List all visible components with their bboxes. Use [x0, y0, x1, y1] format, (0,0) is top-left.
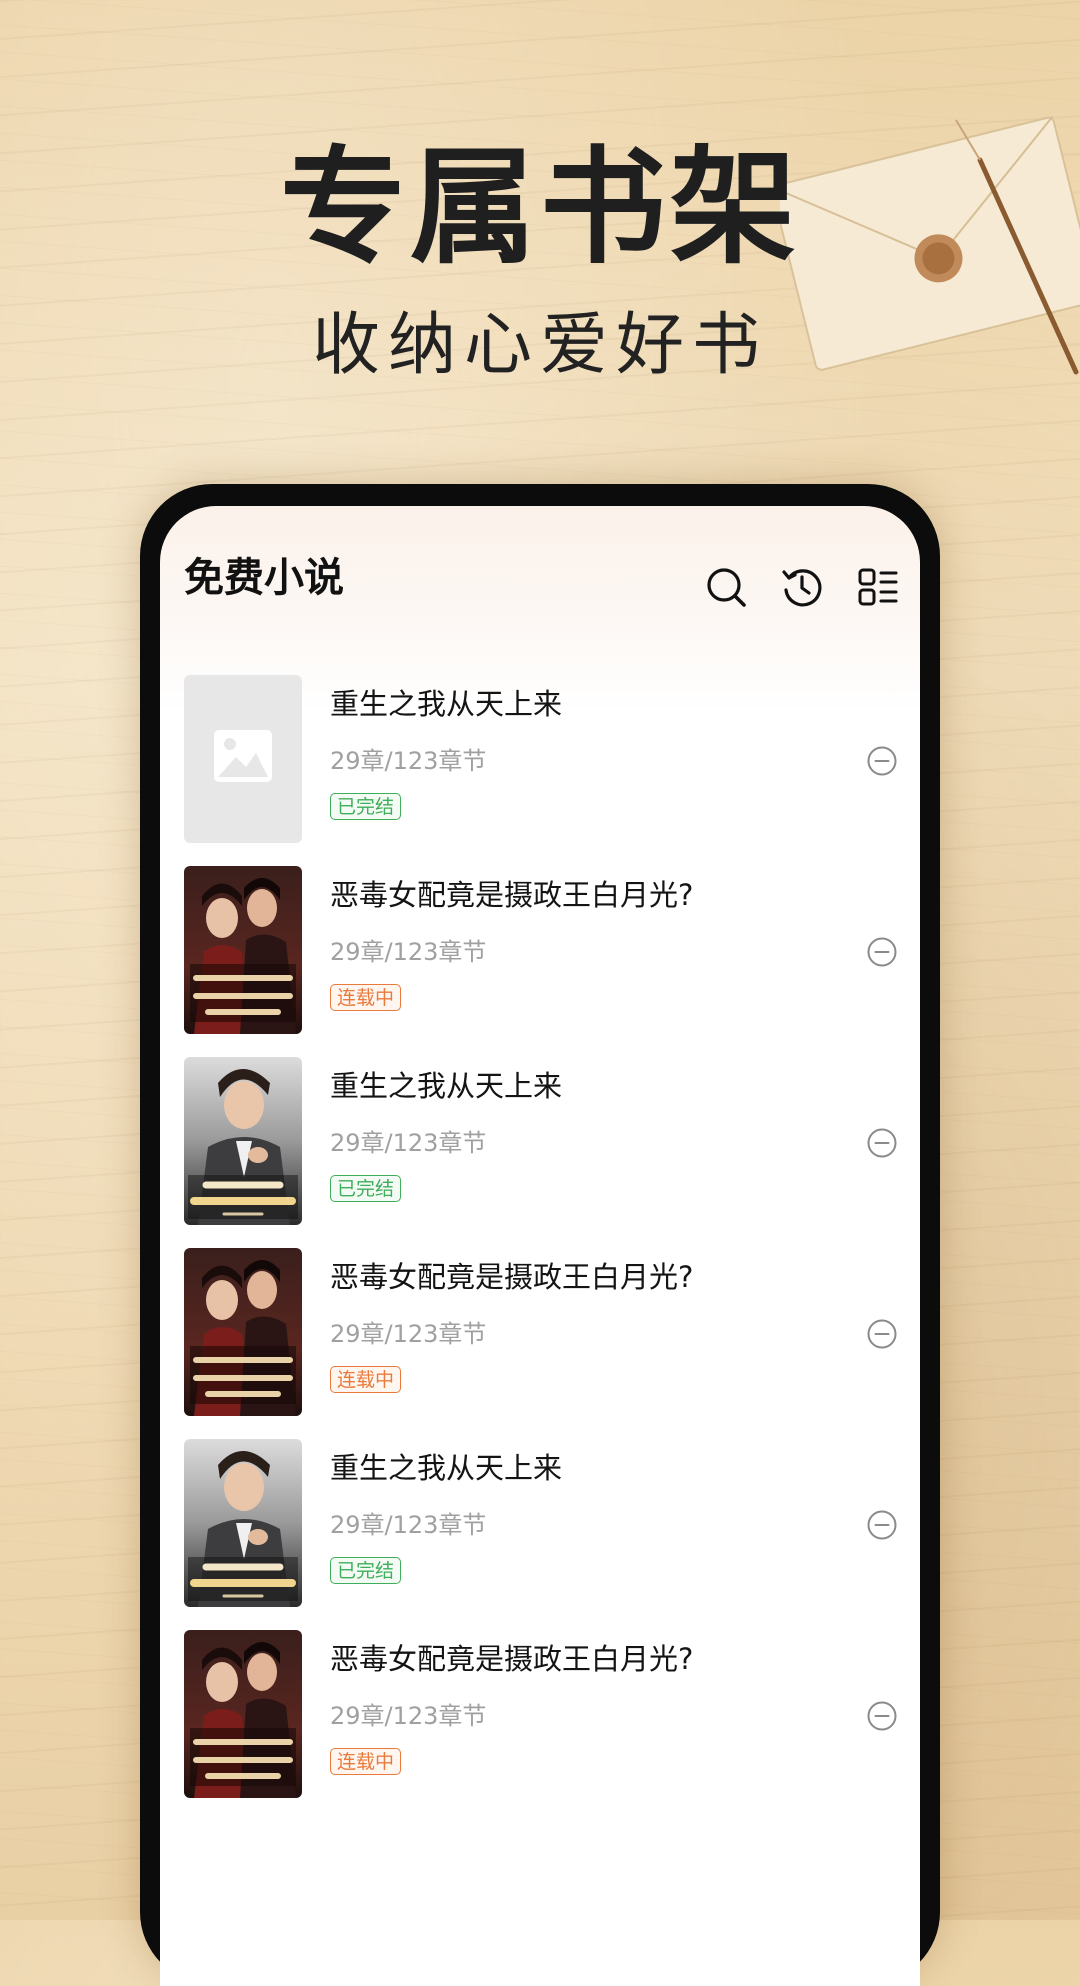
book-cover-art — [184, 1248, 302, 1416]
book-title[interactable]: 恶毒女配竟是摄政王白月光? — [330, 878, 693, 913]
book-cover[interactable] — [184, 675, 302, 843]
book-item[interactable]: 恶毒女配竟是摄政王白月光? 29章/123章节 连载中 — [160, 1630, 920, 1798]
app-header: 免费小说 — [160, 506, 920, 646]
book-item[interactable]: 恶毒女配竟是摄政王白月光? 29章/123章节 连载中 — [160, 866, 920, 1034]
book-progress: 29章/123章节 — [330, 1320, 487, 1348]
status-badge: 已完结 — [330, 793, 402, 820]
book-title[interactable]: 重生之我从天上来 — [330, 1451, 562, 1486]
status-badge: 已完结 — [330, 1175, 402, 1202]
book-cover-art — [184, 1057, 302, 1225]
status-badge: 连载中 — [330, 984, 402, 1011]
hero-subtitle: 收纳心爱好书 — [311, 306, 768, 385]
book-cover-art — [184, 1439, 302, 1607]
search-icon[interactable] — [705, 566, 747, 608]
book-title[interactable]: 重生之我从天上来 — [330, 687, 562, 722]
app-title: 免费小说 — [184, 555, 344, 601]
book-progress: 29章/123章节 — [330, 1702, 487, 1730]
book-progress: 29章/123章节 — [330, 747, 487, 775]
remove-from-shelf-icon[interactable] — [866, 1509, 898, 1541]
phone-frame: 免费小说 重生之我从天上来 29章/123章节 已完结 恶毒女配竟是摄政王白月光… — [140, 484, 940, 1986]
book-cover[interactable] — [184, 1630, 302, 1798]
book-title[interactable]: 恶毒女配竟是摄政王白月光? — [330, 1260, 693, 1295]
book-item[interactable]: 恶毒女配竟是摄政王白月光? 29章/123章节 连载中 — [160, 1248, 920, 1416]
book-cover[interactable] — [184, 1057, 302, 1225]
book-progress: 29章/123章节 — [330, 1511, 487, 1539]
book-cover[interactable] — [184, 1439, 302, 1607]
status-badge: 连载中 — [330, 1366, 402, 1393]
book-title[interactable]: 重生之我从天上来 — [330, 1069, 562, 1104]
book-cover-art — [184, 1630, 302, 1798]
book-cover-art — [184, 866, 302, 1034]
hero-title: 专属书架 — [280, 134, 800, 281]
remove-from-shelf-icon[interactable] — [866, 745, 898, 777]
status-badge: 连载中 — [330, 1748, 402, 1775]
status-badge: 已完结 — [330, 1557, 402, 1584]
book-item[interactable]: 重生之我从天上来 29章/123章节 已完结 — [160, 675, 920, 843]
app-screen: 免费小说 重生之我从天上来 29章/123章节 已完结 恶毒女配竟是摄政王白月光… — [160, 506, 920, 1986]
remove-from-shelf-icon[interactable] — [866, 1700, 898, 1732]
book-item[interactable]: 重生之我从天上来 29章/123章节 已完结 — [160, 1057, 920, 1225]
book-cover[interactable] — [184, 1248, 302, 1416]
layout-toggle-icon[interactable] — [857, 566, 899, 608]
book-item[interactable]: 重生之我从天上来 29章/123章节 已完结 — [160, 1439, 920, 1607]
image-placeholder-icon — [184, 675, 302, 843]
remove-from-shelf-icon[interactable] — [866, 1127, 898, 1159]
history-icon[interactable] — [781, 566, 823, 608]
book-progress: 29章/123章节 — [330, 938, 487, 966]
book-title[interactable]: 恶毒女配竟是摄政王白月光? — [330, 1642, 693, 1677]
remove-from-shelf-icon[interactable] — [866, 1318, 898, 1350]
remove-from-shelf-icon[interactable] — [866, 936, 898, 968]
book-progress: 29章/123章节 — [330, 1129, 487, 1157]
book-cover[interactable] — [184, 866, 302, 1034]
